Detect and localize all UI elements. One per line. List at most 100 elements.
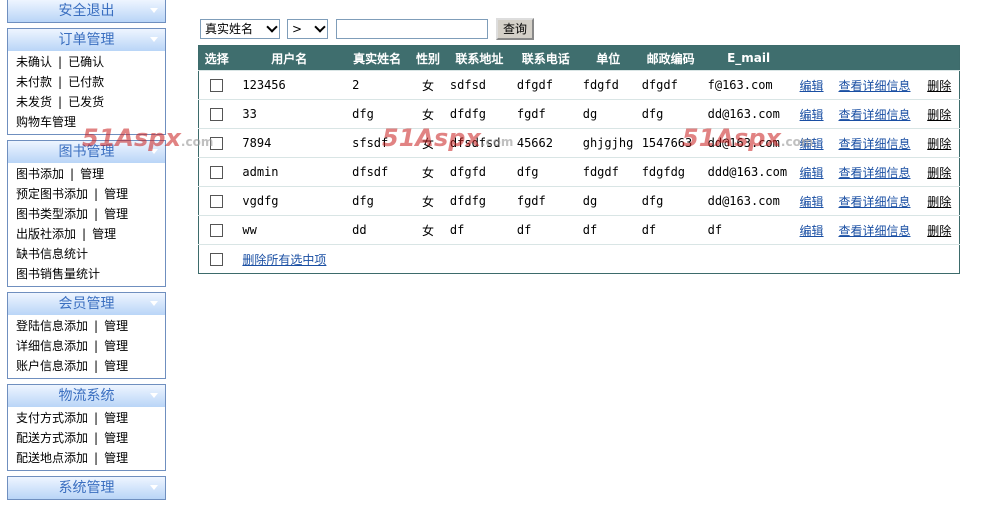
table-cell: 女 bbox=[410, 70, 446, 100]
action-cell: 编辑 bbox=[793, 157, 830, 187]
delete-selected-link[interactable]: 删除所有选中项 bbox=[242, 253, 326, 267]
row-checkbox[interactable] bbox=[210, 224, 224, 237]
logistics-panel-header[interactable]: 物流系统 bbox=[8, 385, 165, 407]
sidebar-link[interactable]: 配送地点添加 bbox=[16, 451, 88, 465]
sidebar-link[interactable]: 详细信息添加 bbox=[16, 339, 88, 353]
delete-link[interactable]: 删除 bbox=[927, 195, 951, 209]
edit-link[interactable]: 编辑 bbox=[800, 108, 824, 122]
sidebar-link[interactable]: 图书添加 bbox=[16, 167, 64, 181]
logistics-panel-body: 支付方式添加 | 管理 配送方式添加 | 管理 配送地点添加 | 管理 bbox=[8, 407, 165, 470]
sidebar-link[interactable]: 图书销售量统计 bbox=[16, 267, 100, 281]
delete-link[interactable]: 删除 bbox=[927, 137, 951, 151]
sidebar-link[interactable]: 已付款 bbox=[68, 75, 104, 89]
order-panel-header[interactable]: 订单管理 bbox=[8, 29, 165, 51]
column-header: 真实姓名 bbox=[344, 45, 411, 71]
edit-link[interactable]: 编辑 bbox=[800, 224, 824, 238]
sidebar-link[interactable]: 管理 bbox=[104, 339, 128, 353]
select-cell bbox=[198, 70, 235, 100]
row-checkbox[interactable] bbox=[210, 195, 224, 208]
sidebar-link[interactable]: 未确认 bbox=[16, 55, 52, 69]
link-separator: | bbox=[58, 55, 63, 69]
books-panel-header[interactable]: 图书管理 bbox=[8, 141, 165, 163]
books-panel: 图书管理 图书添加 | 管理 预定图书添加 | 管理 图书类型添加 | 管理 出版社添加 | 管理 缺书… bbox=[7, 140, 166, 287]
row-checkbox[interactable] bbox=[210, 166, 224, 179]
delete-link[interactable]: 删除 bbox=[927, 224, 951, 238]
system-panel: 系统管理 bbox=[7, 476, 166, 500]
table-row: ww dd 女 df df df df df 编辑 查看详细信息 删除 bbox=[198, 215, 960, 245]
delete-link[interactable]: 删除 bbox=[927, 166, 951, 180]
search-input[interactable] bbox=[336, 19, 488, 39]
chevron-down-icon[interactable] bbox=[150, 8, 158, 13]
select-cell bbox=[198, 244, 235, 274]
chevron-down-icon[interactable] bbox=[150, 149, 158, 154]
sidebar-link[interactable]: 登陆信息添加 bbox=[16, 319, 88, 333]
system-panel-header[interactable]: 系统管理 bbox=[8, 477, 165, 499]
members-panel-header[interactable]: 会员管理 bbox=[8, 293, 165, 315]
chevron-down-icon[interactable] bbox=[150, 37, 158, 42]
table-cell: 2 bbox=[344, 70, 411, 100]
view-details-link[interactable]: 查看详细信息 bbox=[838, 224, 910, 238]
search-button[interactable]: 查询 bbox=[496, 18, 534, 40]
view-details-link[interactable]: 查看详细信息 bbox=[838, 166, 910, 180]
edit-link[interactable]: 编辑 bbox=[800, 166, 824, 180]
delete-link[interactable]: 删除 bbox=[927, 108, 951, 122]
link-separator: | bbox=[58, 75, 63, 89]
sidebar-link[interactable]: 预定图书添加 bbox=[16, 187, 88, 201]
operator-select[interactable]: > bbox=[287, 19, 328, 39]
view-details-link[interactable]: 查看详细信息 bbox=[838, 79, 910, 93]
sidebar-link[interactable]: 管理 bbox=[104, 411, 128, 425]
action-cell: 查看详细信息 bbox=[829, 157, 920, 187]
sidebar-link[interactable]: 管理 bbox=[104, 431, 128, 445]
sidebar-link[interactable]: 未付款 bbox=[16, 75, 52, 89]
field-select[interactable]: 真实姓名 bbox=[200, 19, 280, 39]
sidebar-link[interactable]: 图书类型添加 bbox=[16, 207, 88, 221]
sidebar-link[interactable]: 已确认 bbox=[68, 55, 104, 69]
row-checkbox[interactable] bbox=[210, 108, 224, 121]
link-separator: | bbox=[58, 95, 63, 109]
chevron-down-icon[interactable] bbox=[314, 21, 326, 33]
table-cell: dfsdf bbox=[344, 157, 411, 187]
sidebar-link[interactable]: 未发货 bbox=[16, 95, 52, 109]
link-separator: | bbox=[94, 339, 99, 353]
row-checkbox[interactable] bbox=[210, 137, 224, 150]
sidebar-link[interactable]: 购物车管理 bbox=[16, 115, 76, 129]
sidebar-link[interactable]: 支付方式添加 bbox=[16, 411, 88, 425]
sidebar-link[interactable]: 管理 bbox=[104, 451, 128, 465]
delete-link[interactable]: 删除 bbox=[927, 79, 951, 93]
sidebar-link[interactable]: 配送方式添加 bbox=[16, 431, 88, 445]
chevron-down-icon[interactable] bbox=[150, 301, 158, 306]
edit-link[interactable]: 编辑 bbox=[800, 137, 824, 151]
members-panel-body: 登陆信息添加 | 管理 详细信息添加 | 管理 账户信息添加 | 管理 bbox=[8, 315, 165, 378]
sidebar-link[interactable]: 已发货 bbox=[68, 95, 104, 109]
view-details-link[interactable]: 查看详细信息 bbox=[838, 137, 910, 151]
chevron-down-icon[interactable] bbox=[266, 21, 278, 33]
action-cell: 编辑 bbox=[793, 99, 830, 129]
sidebar-row: 出版社添加 | 管理 bbox=[8, 224, 165, 244]
sidebar-link[interactable]: 出版社添加 bbox=[16, 227, 76, 241]
sidebar-row: 图书销售量统计 bbox=[8, 264, 165, 284]
sidebar-link[interactable]: 管理 bbox=[104, 359, 128, 373]
sidebar-link[interactable]: 账户信息添加 bbox=[16, 359, 88, 373]
table-cell: dfg bbox=[344, 99, 411, 129]
chevron-down-icon[interactable] bbox=[150, 485, 158, 490]
table-cell: f@163.com bbox=[703, 70, 794, 100]
action-cell: 编辑 bbox=[793, 70, 830, 100]
link-separator: | bbox=[94, 451, 99, 465]
chevron-down-icon[interactable] bbox=[150, 393, 158, 398]
actions-header bbox=[793, 45, 960, 71]
view-details-link[interactable]: 查看详细信息 bbox=[838, 108, 910, 122]
row-checkbox[interactable] bbox=[210, 79, 224, 92]
sidebar-link[interactable]: 管理 bbox=[104, 187, 128, 201]
link-separator: | bbox=[94, 431, 99, 445]
sidebar-link[interactable]: 管理 bbox=[80, 167, 104, 181]
view-details-link[interactable]: 查看详细信息 bbox=[838, 195, 910, 209]
select-all-checkbox[interactable] bbox=[210, 253, 224, 266]
edit-link[interactable]: 编辑 bbox=[800, 195, 824, 209]
edit-link[interactable]: 编辑 bbox=[800, 79, 824, 93]
sidebar-link[interactable]: 缺书信息统计 bbox=[16, 247, 88, 261]
sidebar-link[interactable]: 管理 bbox=[92, 227, 116, 241]
logout-button[interactable]: 安全退出 bbox=[8, 0, 165, 22]
sidebar-link[interactable]: 管理 bbox=[104, 319, 128, 333]
sidebar-link[interactable]: 管理 bbox=[104, 207, 128, 221]
table-cell: 1547663 bbox=[637, 128, 704, 158]
